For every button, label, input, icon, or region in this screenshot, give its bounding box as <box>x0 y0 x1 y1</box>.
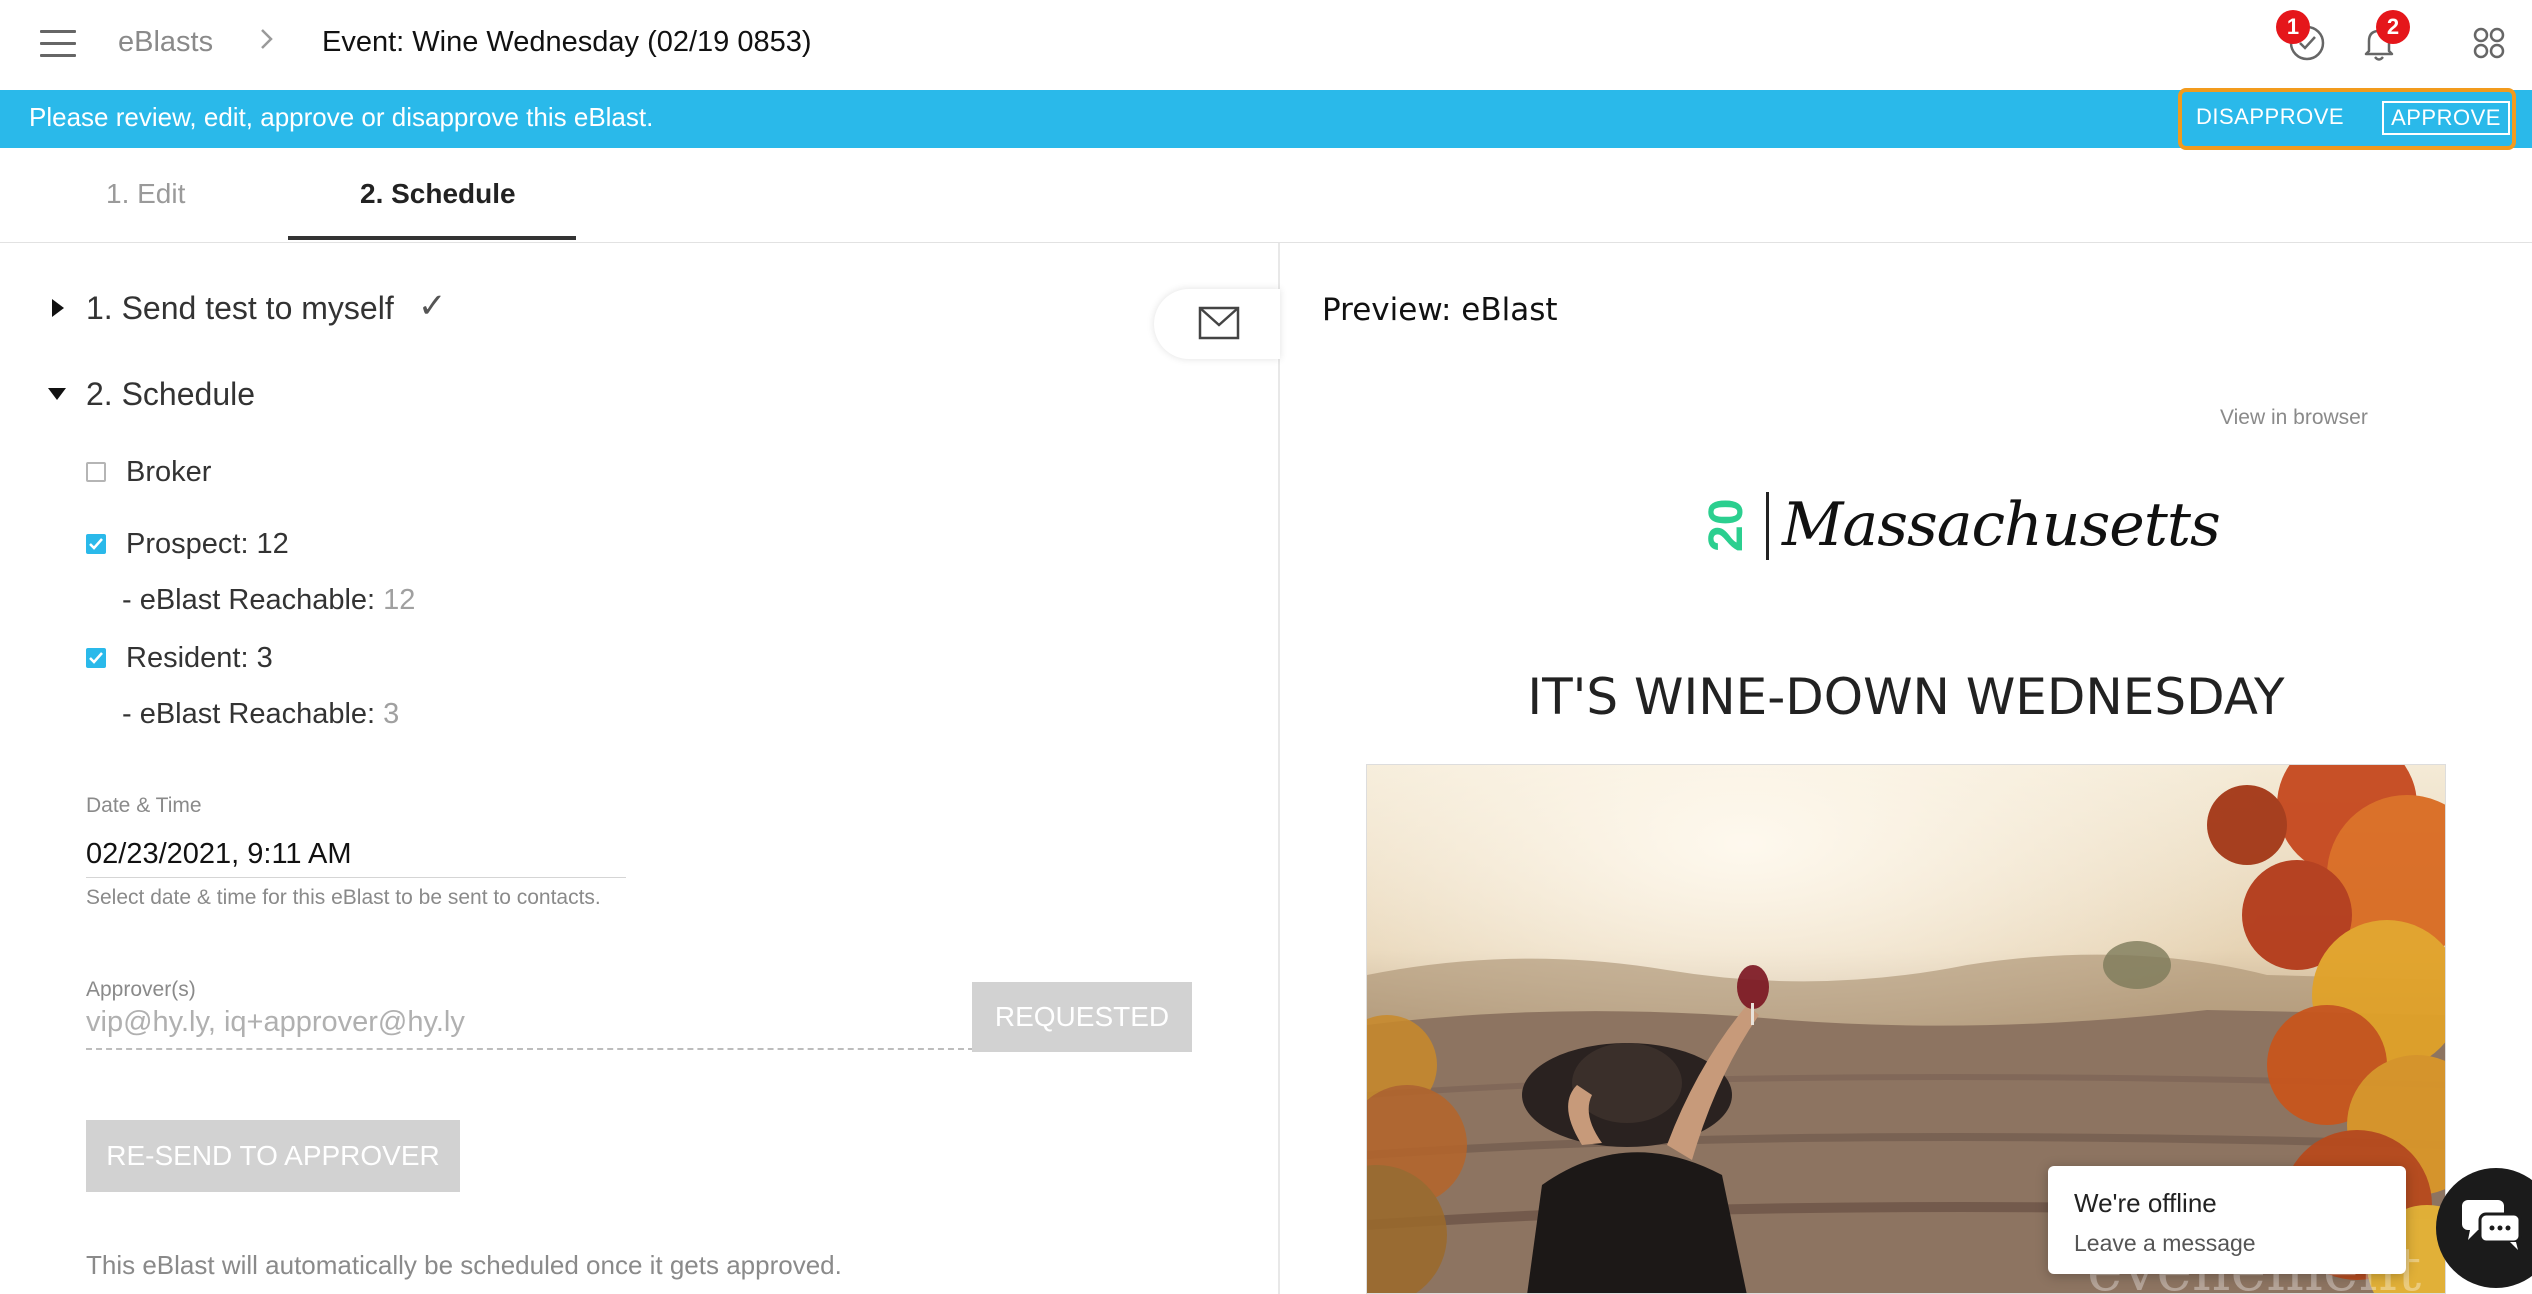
brand-logo: 20 Massachusetts <box>1700 486 2221 566</box>
tab-edit[interactable]: 1. Edit <box>106 178 185 210</box>
chat-title: We're offline <box>2074 1188 2217 1218</box>
resident-reachable-count: 3 <box>383 698 400 730</box>
prospect-reachable-label: - eBlast Reachable: <box>122 584 376 616</box>
approvers-label: Approver(s) <box>86 978 196 1001</box>
send-test-email-button[interactable] <box>1154 289 1280 359</box>
auto-schedule-note: This eBlast will automatically be schedu… <box>86 1250 842 1280</box>
view-in-browser-link[interactable]: View in browser <box>2220 406 2368 430</box>
datetime-label: Date & Time <box>86 794 202 817</box>
disapprove-button[interactable]: DISAPPROVE <box>2196 104 2344 130</box>
chat-icon <box>2462 1200 2522 1250</box>
expand-caret-icon[interactable] <box>52 299 64 317</box>
completed-check-icon: ✓ <box>418 287 447 325</box>
resident-label: Resident: 3 <box>126 642 273 674</box>
review-message: Please review, edit, approve or disappro… <box>29 102 654 132</box>
review-info-bar: Please review, edit, approve or disappro… <box>0 90 2532 148</box>
active-tab-indicator <box>288 236 576 240</box>
resend-to-approver-button[interactable]: RE-SEND TO APPROVER <box>86 1120 460 1192</box>
breadcrumb-eblasts[interactable]: eBlasts <box>118 26 213 59</box>
send-test-section-title[interactable]: 1. Send test to myself <box>86 290 394 327</box>
eblast-headline: IT'S WINE-DOWN WEDNESDAY <box>1527 668 2285 726</box>
broker-label: Broker <box>126 456 212 488</box>
panel-divider <box>1278 243 1280 1294</box>
chevron-right-icon <box>258 24 276 62</box>
chat-leave-message[interactable]: Leave a message <box>2074 1230 2256 1257</box>
resident-reachable-label: - eBlast Reachable: <box>122 698 376 730</box>
approve-button[interactable]: APPROVE <box>2382 101 2510 135</box>
envelope-icon <box>1198 306 1240 340</box>
step-tabs: 1. Edit 2. Schedule <box>0 148 2532 243</box>
resident-reachable: - eBlast Reachable: 3 <box>122 698 399 731</box>
apps-grid-icon[interactable] <box>2466 20 2512 66</box>
prospect-reachable: - eBlast Reachable: 12 <box>122 584 415 617</box>
page-title: Event: Wine Wednesday (02/19 0853) <box>322 26 812 58</box>
collapse-caret-icon[interactable] <box>48 388 66 400</box>
approvers-field[interactable]: vip@hy.ly, iq+approver@hy.ly <box>86 1006 974 1050</box>
top-header: eBlasts Event: Wine Wednesday (02/19 085… <box>0 0 2532 90</box>
tab-schedule[interactable]: 2. Schedule <box>360 178 516 210</box>
prospect-label: Prospect: 12 <box>126 528 289 560</box>
logo-number: 20 <box>1706 499 1748 552</box>
datetime-hint: Select date & time for this eBlast to be… <box>86 886 601 909</box>
logo-number-text: 20 <box>1706 499 1748 552</box>
prospect-checkbox[interactable] <box>86 534 106 554</box>
preview-title: Preview: eBlast <box>1322 292 1558 328</box>
tasks-badge: 1 <box>2276 10 2310 44</box>
datetime-underline <box>86 877 626 878</box>
prospect-reachable-count: 12 <box>383 584 416 616</box>
menu-icon[interactable] <box>40 30 76 58</box>
schedule-section-title[interactable]: 2. Schedule <box>86 376 255 413</box>
logo-wordmark: Massachusetts <box>1782 490 2221 560</box>
datetime-field[interactable]: 02/23/2021, 9:11 AM <box>86 838 352 871</box>
notifications-badge: 2 <box>2376 10 2410 44</box>
resident-checkbox[interactable] <box>86 648 106 668</box>
chat-launcher-button[interactable] <box>2436 1168 2532 1288</box>
logo-divider <box>1766 492 1769 560</box>
requested-button[interactable]: REQUESTED <box>972 982 1192 1052</box>
broker-checkbox[interactable] <box>86 462 106 482</box>
chat-offline-card[interactable]: We're offline Leave a message <box>2048 1166 2406 1274</box>
